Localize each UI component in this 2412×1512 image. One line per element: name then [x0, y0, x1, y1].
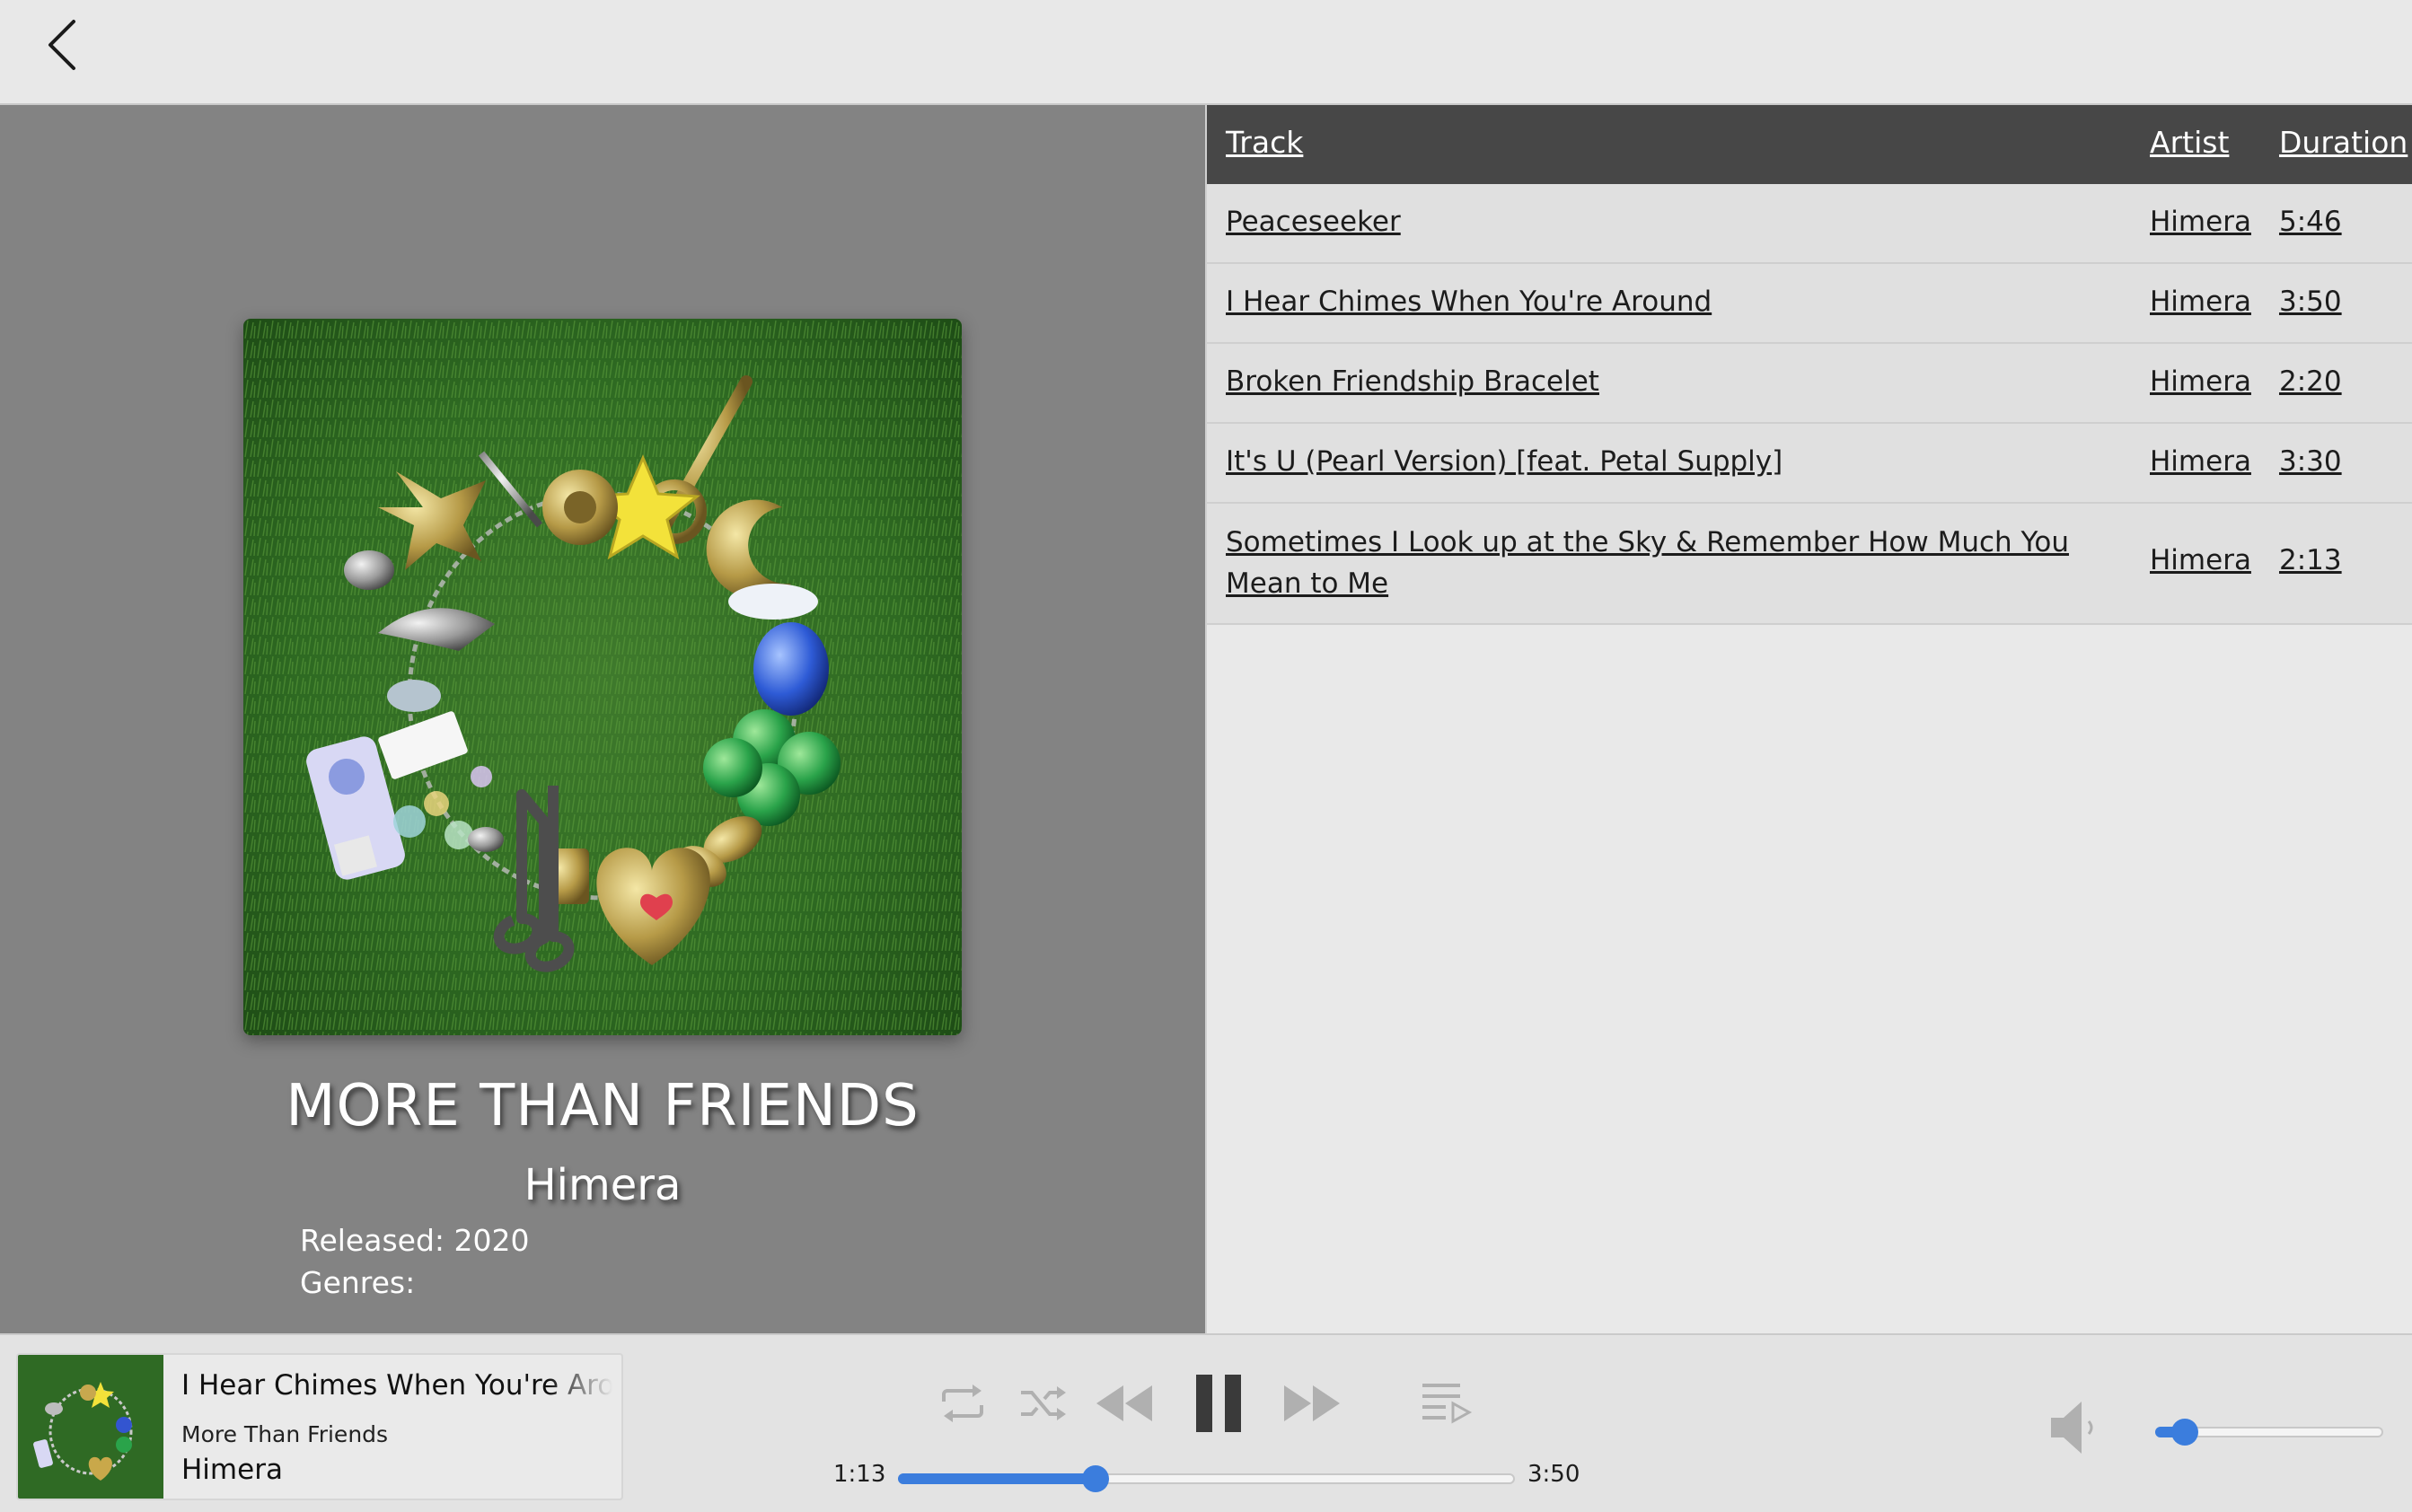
track-row[interactable]: Sometimes I Look up at the Sky & Remembe…	[1207, 504, 2412, 625]
track-list: Track Artist Duration Peaceseeker Himera…	[1205, 105, 2412, 1333]
track-artist[interactable]: Himera	[2150, 206, 2251, 238]
previous-button[interactable]	[1093, 1380, 1156, 1430]
column-header-artist[interactable]: Artist	[2150, 125, 2229, 160]
fast-forward-icon	[1284, 1385, 1340, 1421]
rewind-icon	[1096, 1385, 1152, 1421]
now-playing-title: I Hear Chimes When You're Around	[181, 1369, 612, 1402]
track-duration[interactable]: 2:20	[2279, 365, 2342, 398]
player-bar: I Hear Chimes When You're Around More Th…	[0, 1333, 2412, 1512]
track-title[interactable]: I Hear Chimes When You're Around	[1226, 286, 1712, 318]
track-artist[interactable]: Himera	[2150, 286, 2251, 318]
back-button[interactable]	[34, 13, 88, 77]
volume-handle[interactable]	[2171, 1419, 2199, 1446]
album-info-panel: MORE THAN FRIENDS Himera Released: 2020 …	[0, 105, 1205, 1333]
track-artist[interactable]: Himera	[2150, 445, 2251, 478]
album-cover	[243, 319, 962, 1035]
track-duration[interactable]: 3:30	[2279, 445, 2342, 478]
album-title: MORE THAN FRIENDS	[286, 1073, 920, 1139]
track-row[interactable]: Broken Friendship Bracelet Himera 2:20	[1207, 344, 2412, 424]
repeat-icon	[942, 1385, 983, 1422]
column-header-duration[interactable]: Duration	[2279, 125, 2408, 160]
elapsed-time: 1:13	[833, 1461, 886, 1488]
track-title[interactable]: Sometimes I Look up at the Sky & Remembe…	[1226, 522, 2124, 604]
album-artist: Himera	[524, 1160, 682, 1210]
track-row[interactable]: It's U (Pearl Version) [feat. Petal Supp…	[1207, 424, 2412, 504]
total-time: 3:50	[1527, 1461, 1580, 1488]
track-title[interactable]: It's U (Pearl Version) [feat. Petal Supp…	[1226, 445, 1783, 478]
track-list-header: Track Artist Duration	[1207, 105, 2412, 184]
pause-button[interactable]	[1193, 1371, 1245, 1439]
queue-icon	[1422, 1384, 1473, 1424]
seek-bar-fill	[898, 1473, 1096, 1484]
shuffle-icon	[1021, 1386, 1066, 1420]
pause-icon	[1196, 1375, 1241, 1432]
next-button[interactable]	[1281, 1380, 1343, 1430]
track-artist[interactable]: Himera	[2150, 365, 2251, 398]
mute-button[interactable]	[2047, 1396, 2101, 1463]
now-playing-album: More Than Friends	[181, 1421, 389, 1447]
repeat-button[interactable]	[937, 1382, 989, 1428]
track-duration[interactable]: 5:46	[2279, 206, 2342, 238]
release-year: Released: 2020	[300, 1223, 530, 1258]
track-title[interactable]: Broken Friendship Bracelet	[1226, 365, 1599, 398]
queue-button[interactable]	[1419, 1378, 1473, 1432]
chevron-left-icon	[48, 20, 75, 70]
now-playing-card[interactable]: I Hear Chimes When You're Around More Th…	[16, 1353, 623, 1500]
top-bar	[0, 0, 2412, 105]
column-header-track[interactable]: Track	[1226, 125, 1303, 160]
track-duration[interactable]: 3:50	[2279, 286, 2342, 318]
seek-handle[interactable]	[1081, 1465, 1109, 1492]
now-playing-artist: Himera	[181, 1454, 283, 1486]
genres-label: Genres:	[300, 1265, 416, 1300]
track-artist[interactable]: Himera	[2150, 544, 2251, 576]
now-playing-artwork	[18, 1355, 163, 1499]
track-title[interactable]: Peaceseeker	[1226, 206, 1401, 238]
track-row[interactable]: I Hear Chimes When You're Around Himera …	[1207, 264, 2412, 344]
speaker-icon	[2051, 1402, 2093, 1454]
track-row[interactable]: Peaceseeker Himera 5:46	[1207, 184, 2412, 264]
track-duration[interactable]: 2:13	[2279, 544, 2342, 576]
shuffle-button[interactable]	[1017, 1382, 1068, 1428]
